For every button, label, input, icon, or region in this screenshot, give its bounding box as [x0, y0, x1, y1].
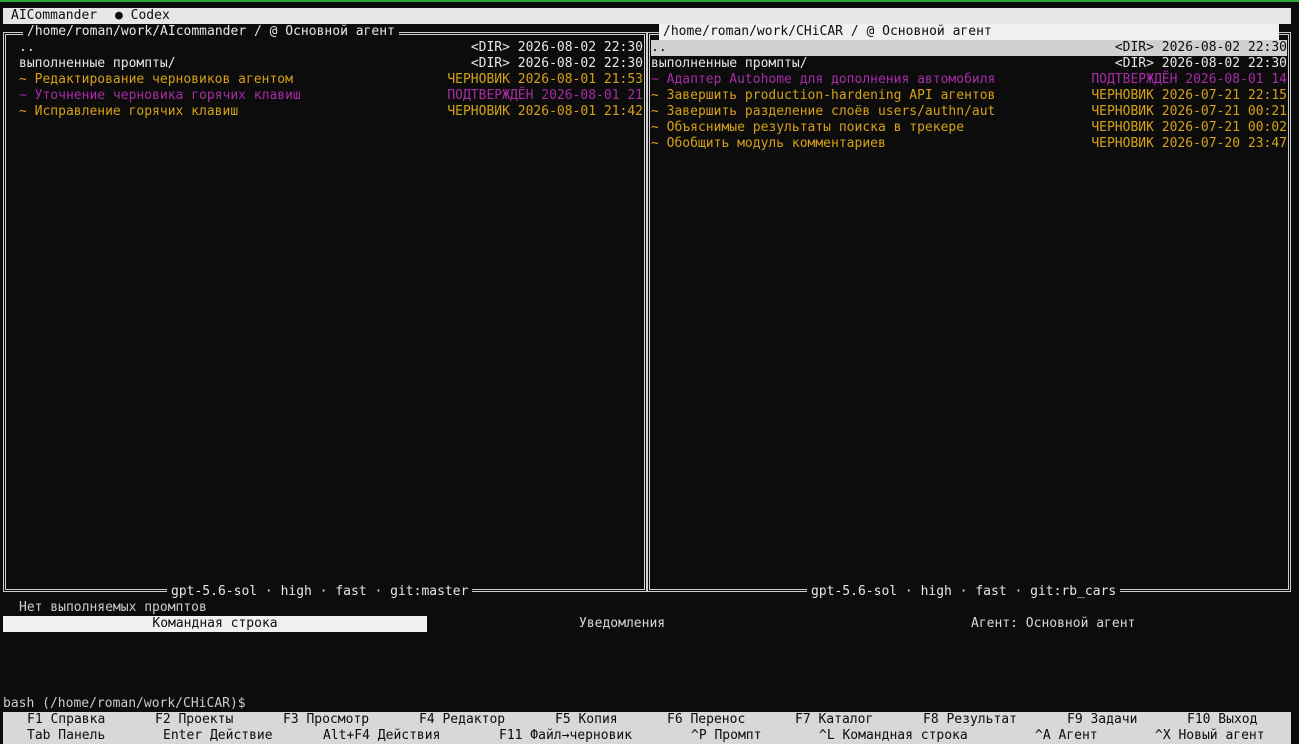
function-key[interactable]: F4 Редактор [419, 712, 505, 728]
entry-meta: ПОДТВЕРЖДЁН 2026-08-01 21 [447, 88, 643, 103]
entry-name: выполненные промпты/ [19, 56, 176, 71]
prompt-entry[interactable]: ~ Адаптер Autohome для дополнения автомо… [651, 72, 1287, 88]
entry-name: ~ Завершить production-hardening API аге… [651, 88, 996, 103]
window-top-accent [0, 0, 1299, 2]
function-key[interactable]: F5 Копия [555, 712, 618, 728]
function-key[interactable]: F8 Результат [923, 712, 1017, 728]
dir-entry[interactable]: выполненные промпты/ <DIR> 2026-08-02 22:… [651, 56, 1287, 72]
right-panel-footer: gpt-5.6-sol · high · fast · git:rb_cars [807, 584, 1121, 600]
entry-name: ~ Адаптер Autohome для дополнения автомо… [651, 72, 996, 87]
entry-meta: <DIR> 2026-08-02 22:30 [1114, 56, 1287, 71]
tab-command-line[interactable]: Командная строка [3, 616, 427, 632]
entry-meta: ЧЕРНОВИК 2026-07-21 00:21 [1091, 104, 1287, 119]
entry-name: ~ Обобщить модуль комментариев [651, 136, 886, 151]
entry-meta: <DIR> 2026-08-02 22:30 [470, 56, 643, 71]
prompt-entry[interactable]: ~ Обобщить модуль комментариев ЧЕРНОВИК 2… [651, 136, 1287, 152]
dir-entry[interactable]: выполненные промпты/ <DIR> 2026-08-02 22:… [19, 56, 643, 72]
left-file-panel[interactable]: /home/roman/work/AIcommander / @ Основно… [3, 24, 647, 600]
function-key[interactable]: Alt+F4 Действия [323, 728, 440, 744]
entry-name: ~ Исправление горячих клавиш [19, 104, 239, 119]
function-key[interactable]: F1 Справка [27, 712, 105, 728]
prompt-entry[interactable]: ~ Уточнение черновика горячих клавиш ПОДТ… [19, 88, 643, 104]
entry-meta: ЧЕРНОВИК 2026-07-21 00:02 [1091, 120, 1287, 135]
function-key[interactable]: F11 Файл→черновик [499, 728, 632, 744]
right-file-panel[interactable]: /home/roman/work/CHiCAR / @ Основной аге… [647, 24, 1291, 600]
function-key[interactable]: F6 Перенос [667, 712, 745, 728]
left-panel-title: /home/roman/work/AIcommander / @ Основно… [23, 24, 399, 40]
function-key[interactable]: ^A Агент [1035, 728, 1098, 744]
entry-meta: ЧЕРНОВИК 2026-07-20 23:47 [1091, 136, 1287, 151]
function-key[interactable]: F3 Просмотр [283, 712, 369, 728]
entry-name: ~ Объяснимые результаты поиска в трекере [651, 120, 965, 135]
function-key-bar: F1 Справка F2 Проекты F3 Просмотр F4 Редакт… [3, 712, 1291, 744]
entry-name: ~ Уточнение черновика горячих клавиш [19, 88, 301, 103]
entry-name: ~ Редактирование черновиков агентом [19, 72, 293, 87]
entry-name: выполненные промпты/ [651, 56, 808, 71]
title-bar: AICommander ● Codex [3, 8, 1291, 24]
tab-agent[interactable]: Агент: Основной агент [971, 616, 1135, 632]
function-key[interactable]: F2 Проекты [155, 712, 233, 728]
entry-meta: <DIR> 2026-08-02 22:30 [1114, 40, 1287, 55]
shell-prompt[interactable]: bash (/home/roman/work/CHiCAR)$ [3, 696, 246, 712]
prompt-entry[interactable]: ~ Редактирование черновиков агентом ЧЕРНО… [19, 72, 643, 88]
right-panel-title: /home/roman/work/CHiCAR / @ Основной аге… [659, 24, 1279, 40]
left-panel-footer: gpt-5.6-sol · high · fast · git:master [167, 584, 473, 600]
function-key[interactable]: ^P Промпт [691, 728, 761, 744]
tab-notifications[interactable]: Уведомления [579, 616, 665, 632]
bottom-tabs: Командная строка Уведомления Агент: Осно… [0, 616, 1299, 632]
entry-meta: <DIR> 2026-08-02 22:30 [470, 40, 643, 55]
prompt-entry[interactable]: ~ Объяснимые результаты поиска в трекере… [651, 120, 1287, 136]
entry-name: ~ Завершить разделение слоёв users/authn… [651, 104, 996, 119]
app-title: AICommander [11, 8, 98, 23]
function-key[interactable]: Enter Действие [163, 728, 273, 744]
function-key[interactable]: F9 Задачи [1067, 712, 1137, 728]
tab-codex[interactable]: ● Codex [115, 8, 170, 24]
prompt-entry[interactable]: ~ Исправление горячих клавиш ЧЕРНОВИК 202… [19, 104, 643, 120]
dir-entry[interactable]: .. <DIR> 2026-08-02 22:30 [651, 40, 1287, 56]
prompt-entry[interactable]: ~ Завершить разделение слоёв users/authn… [651, 104, 1287, 120]
entry-meta: ЧЕРНОВИК 2026-08-01 21:42 [447, 104, 643, 119]
entry-meta: ПОДТВЕРЖДЁН 2026-08-01 14 [1091, 72, 1287, 87]
status-line: Нет выполняемых промптов [19, 600, 207, 615]
function-key[interactable]: Tab Панель [27, 728, 105, 744]
function-key[interactable]: F10 Выход [1187, 712, 1257, 728]
function-key[interactable]: F7 Каталог [795, 712, 873, 728]
function-key[interactable]: ^L Командная строка [819, 728, 968, 744]
entry-name: .. [19, 40, 35, 55]
prompt-entry[interactable]: ~ Завершить production-hardening API аге… [651, 88, 1287, 104]
function-key[interactable]: ^X Новый агент [1155, 728, 1265, 744]
dir-entry[interactable]: .. <DIR> 2026-08-02 22:30 [19, 40, 643, 56]
entry-meta: ЧЕРНОВИК 2026-08-01 21:53 [447, 72, 643, 87]
entry-meta: ЧЕРНОВИК 2026-07-21 22:15 [1091, 88, 1287, 103]
entry-name: .. [651, 40, 667, 55]
